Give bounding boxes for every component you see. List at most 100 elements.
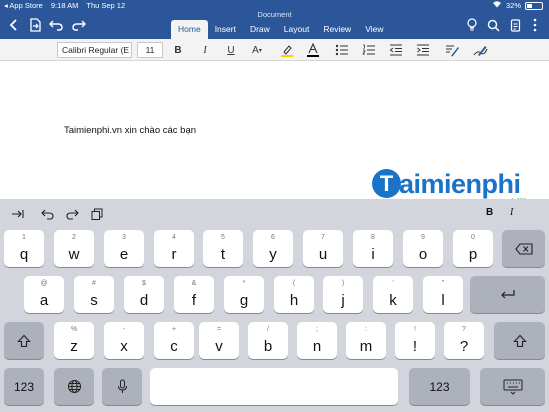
draw-pen-icon[interactable] bbox=[471, 42, 489, 58]
key-z-alt: % bbox=[70, 326, 78, 333]
dictation-key[interactable] bbox=[102, 368, 142, 405]
key-x[interactable]: -x bbox=[104, 322, 144, 359]
key-b-alt: / bbox=[267, 326, 269, 333]
key-f[interactable]: & f bbox=[174, 276, 214, 313]
key-x-label: x bbox=[120, 338, 128, 355]
key-p-alt: 0 bbox=[471, 234, 475, 241]
tab-view[interactable]: View bbox=[358, 20, 390, 39]
redo-icon[interactable] bbox=[71, 17, 87, 33]
key-m[interactable]: :m bbox=[346, 322, 386, 359]
tab-draw[interactable]: Draw bbox=[243, 20, 277, 39]
key-z[interactable]: % z bbox=[54, 322, 94, 359]
delete-key[interactable] bbox=[502, 230, 545, 267]
tab-review[interactable]: Review bbox=[316, 20, 358, 39]
keyboard-undo-icon[interactable] bbox=[40, 207, 54, 221]
key-o-alt: 9 bbox=[421, 234, 425, 241]
key-question[interactable]: ?? bbox=[444, 322, 484, 359]
undo-icon[interactable] bbox=[48, 17, 64, 33]
underline-button[interactable]: U bbox=[222, 42, 240, 58]
tab-key-icon[interactable] bbox=[10, 207, 24, 221]
globe-key[interactable] bbox=[54, 368, 94, 405]
key-h[interactable]: (h bbox=[274, 276, 314, 313]
back-icon[interactable] bbox=[6, 17, 22, 33]
key-n[interactable]: ; n bbox=[297, 322, 337, 359]
file-icon[interactable] bbox=[27, 17, 43, 33]
numbers-key-left-label: 123 bbox=[13, 379, 35, 394]
paste-icon[interactable] bbox=[90, 207, 104, 221]
document-canvas[interactable]: Taimienphi.vn xin chào các bạn T aimienp… bbox=[0, 62, 549, 209]
indent-icon[interactable] bbox=[414, 42, 432, 58]
key-k[interactable]: ' k bbox=[373, 276, 413, 313]
shift-key-right[interactable] bbox=[494, 322, 545, 359]
key-h-alt: ( bbox=[292, 280, 296, 287]
document-body-text[interactable]: Taimienphi.vn xin chào các bạn bbox=[64, 125, 196, 136]
key-e[interactable]: 3e bbox=[104, 230, 144, 267]
key-p[interactable]: 0p bbox=[453, 230, 493, 267]
key-r[interactable]: 4r bbox=[154, 230, 194, 267]
key-s[interactable]: # s bbox=[74, 276, 114, 313]
key-j[interactable]: ) j bbox=[323, 276, 363, 313]
font-color-button[interactable] bbox=[304, 42, 322, 58]
key-b[interactable]: / b bbox=[248, 322, 288, 359]
font-size-box[interactable]: 11 bbox=[137, 42, 163, 58]
tab-layout[interactable]: Layout bbox=[277, 20, 317, 39]
key-n-alt: ; bbox=[316, 326, 318, 333]
font-name-box[interactable]: Calibri Regular (E bbox=[57, 42, 132, 58]
key-u[interactable]: 7u bbox=[303, 230, 343, 267]
key-l[interactable]: " l bbox=[423, 276, 463, 313]
share-icon[interactable] bbox=[507, 17, 523, 33]
key-v-alt: = bbox=[216, 326, 222, 333]
lightbulb-icon[interactable] bbox=[464, 17, 480, 33]
key-f-alt: & bbox=[191, 280, 197, 287]
key-d[interactable]: $ d bbox=[124, 276, 164, 313]
key-a[interactable]: @ a bbox=[24, 276, 64, 313]
keyboard-bold-button[interactable]: B bbox=[486, 207, 493, 218]
key-t-label: t bbox=[220, 246, 226, 263]
more-icon[interactable] bbox=[527, 17, 543, 33]
tab-home[interactable]: Home bbox=[171, 20, 208, 39]
numbering-icon[interactable] bbox=[360, 42, 378, 58]
space-bar[interactable] bbox=[150, 368, 398, 405]
watermark-text: aimienphi bbox=[399, 169, 521, 199]
key-a-alt: @ bbox=[40, 280, 48, 287]
key-h-label: h bbox=[289, 292, 299, 309]
numbers-key-right-label: 123 bbox=[429, 379, 450, 394]
key-y-alt: 6 bbox=[271, 234, 275, 241]
key-exclamation-alt: ! bbox=[414, 326, 416, 333]
shift-icon bbox=[494, 322, 545, 359]
numbers-key-right[interactable]: 123 bbox=[409, 368, 470, 405]
key-s-alt: # bbox=[92, 280, 96, 287]
key-q[interactable]: 1q bbox=[4, 230, 44, 267]
styles-icon[interactable] bbox=[443, 42, 461, 58]
keyboard-redo-icon[interactable] bbox=[65, 207, 79, 221]
return-key[interactable] bbox=[470, 276, 545, 313]
keyboard-italic-button[interactable]: I bbox=[510, 207, 513, 218]
key-y-label: y bbox=[269, 246, 277, 263]
italic-button[interactable]: I bbox=[196, 42, 214, 58]
key-u-label: u bbox=[318, 246, 328, 263]
key-g[interactable]: * g bbox=[224, 276, 264, 313]
key-y[interactable]: 6y bbox=[253, 230, 293, 267]
highlighter-icon[interactable] bbox=[278, 42, 296, 58]
back-to-app-link[interactable]: ◂ App Store bbox=[4, 1, 43, 10]
key-w[interactable]: 2w bbox=[54, 230, 94, 267]
bold-button[interactable]: B bbox=[169, 42, 187, 58]
key-t[interactable]: 5t bbox=[203, 230, 243, 267]
key-i[interactable]: 8i bbox=[353, 230, 393, 267]
bullets-icon[interactable] bbox=[333, 42, 351, 58]
tab-insert[interactable]: Insert bbox=[208, 20, 243, 39]
outdent-icon[interactable] bbox=[387, 42, 405, 58]
search-icon[interactable] bbox=[485, 17, 501, 33]
text-effects-button[interactable]: A ▾ bbox=[248, 42, 266, 58]
key-o[interactable]: 9o bbox=[403, 230, 443, 267]
key-l-alt: " bbox=[441, 280, 445, 287]
key-t-alt: 5 bbox=[221, 234, 225, 241]
dismiss-keyboard-key[interactable] bbox=[480, 368, 545, 405]
key-c[interactable]: + c bbox=[154, 322, 194, 359]
key-i-alt: 8 bbox=[371, 234, 375, 241]
key-c-alt: + bbox=[171, 326, 177, 333]
key-v[interactable]: = v bbox=[199, 322, 239, 359]
key-exclamation[interactable]: !! bbox=[395, 322, 435, 359]
numbers-key-left[interactable]: 123 bbox=[4, 368, 44, 405]
shift-key-left[interactable] bbox=[4, 322, 44, 359]
